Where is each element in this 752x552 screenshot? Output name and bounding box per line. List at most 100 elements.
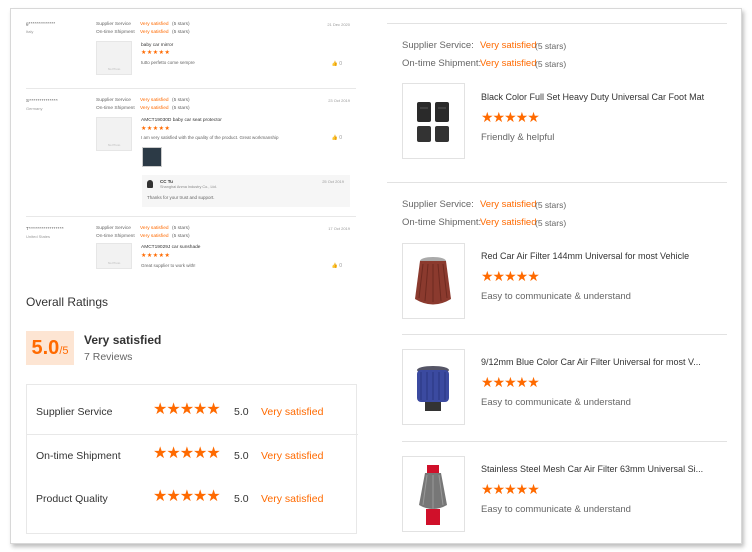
product-name[interactable]: baby car mirror [141,43,173,48]
reply-date: 25 Oct 2019 [322,179,344,184]
buyer-country: Germany [26,106,43,111]
review-text: Easy to communicate & understand [481,291,631,302]
supplier-service-row: Supplier Service: Very satisfied (5 star… [402,199,566,210]
shipment-value: Very satisfied [140,30,169,35]
rating-row-product-quality: Product Quality ★★★★★ 5.0 Very satisfied [27,479,358,522]
shipment-stars: (5 stars) [172,234,190,239]
rating-row-supplier-service: Supplier Service ★★★★★ 5.0 Very satisfie… [27,392,358,435]
star-rating: ★★★★★ [481,268,540,284]
seller-name: CC Tu [160,179,173,184]
review-date: 23 Oct 2019 [328,98,350,103]
divider [387,23,727,24]
supplier-service-value: Very satisfied [480,40,537,51]
seller-reply: CC Tu Shanghai Anma Industry Co., Ltd. T… [142,175,350,207]
thumbnail-placeholder-text: No Photo [107,261,121,265]
product-title[interactable]: Stainless Steel Mesh Car Air Filter 63mm… [481,464,703,474]
rating-score: 5.0 [234,406,249,418]
product-name[interactable]: AMCT19030D baby car seat protector [141,118,222,123]
overall-label: Very satisfied [84,333,162,347]
buyer-name: T***************** [26,226,64,231]
shipment-row: On-time Shipment Very satisfied (5 stars… [96,234,190,239]
supplier-service-row: Supplier Service Very satisfied (5 stars… [96,226,190,231]
star-rating: ★★★★★ [153,488,221,505]
rating-text: Very satisfied [261,406,324,418]
review-panel: g************* Italy Supplier Service Ve… [10,8,742,544]
product-thumbnail[interactable]: No Photo [96,243,132,269]
seller-avatar [147,180,153,188]
like-button[interactable]: 👍 0 [332,135,342,141]
overall-review-count[interactable]: 7 Reviews [84,351,132,363]
steel-mesh-air-filter-image[interactable] [402,456,465,532]
red-air-filter-image[interactable] [402,243,465,319]
thumbnail-placeholder-text: No Photo [107,67,121,71]
supplier-service-stars: (5 stars) [172,226,190,231]
product-thumbnail[interactable]: No Photo [96,117,132,151]
rating-label: On-time Shipment [36,450,121,462]
rating-row-shipment: On-time Shipment ★★★★★ 5.0 Very satisfie… [27,436,358,479]
overall-ratings-title: Overall Ratings [26,295,109,309]
supplier-service-value: Very satisfied [140,226,169,231]
review-text: I am very satisfied with the quality of … [141,135,279,140]
product-name[interactable]: AMCT19029J car sunshade [141,245,200,250]
supplier-service-stars: (5 stars) [535,200,567,210]
review-text: Friendly & helpful [481,132,555,143]
rating-label: Supplier Service [36,406,113,418]
supplier-service-label: Supplier Service [96,226,131,231]
review-text: Great supplier to work with! [141,263,196,268]
supplier-service-row: Supplier Service Very satisfied (5 stars… [96,22,190,27]
rating-text: Very satisfied [261,493,324,505]
like-button[interactable]: 👍 0 [332,263,342,269]
shipment-value: Very satisfied [480,58,537,69]
seller-company: Shanghai Anma Industry Co., Ltd. [160,185,217,189]
review-date: 17 Oct 2019 [328,226,350,231]
supplier-service-label: Supplier Service: [402,199,474,210]
shipment-row: On-time Shipment Very satisfied (5 stars… [96,30,190,35]
rating-text: Very satisfied [261,450,324,462]
star-rating: ★★★★★ [153,401,221,418]
product-title[interactable]: Red Car Air Filter 144mm Universal for m… [481,251,689,261]
supplier-service-stars: (5 stars) [172,98,190,103]
star-rating: ★★★★★ [481,374,540,390]
like-button[interactable]: 👍 0 [332,61,342,67]
supplier-service-stars: (5 stars) [535,41,567,51]
product-thumbnail[interactable]: No Photo [96,41,132,75]
review-photo[interactable] [142,147,162,167]
blue-air-filter-image[interactable] [402,349,465,425]
shipment-stars: (5 stars) [172,30,190,35]
star-rating: ★★★★★ [481,109,540,125]
buyer-name: S************** [26,98,59,103]
shipment-row: On-time Shipment: Very satisfied (5 star… [402,217,566,228]
reply-text: Thanks for your trust and support. [147,195,215,200]
supplier-service-label: Supplier Service [96,98,131,103]
like-count: 0 [339,263,342,269]
star-rating: ★★★★★ [481,481,540,497]
supplier-service-row: Supplier Service Very satisfied (5 stars… [96,98,190,103]
supplier-service-stars: (5 stars) [172,22,190,27]
ratings-table: Supplier Service ★★★★★ 5.0 Very satisfie… [26,384,358,534]
overall-score: 5.0 [31,336,60,359]
supplier-service-value: Very satisfied [140,98,169,103]
product-reviews: Supplier Service: Very satisfied (5 star… [387,9,733,543]
star-rating: ★★★★★ [141,50,171,56]
review-item: S************** Germany Supplier Service… [26,89,356,217]
thumb-up-icon: 👍 [331,61,338,67]
supplier-service-value: Very satisfied [140,22,169,27]
rating-score: 5.0 [234,450,249,462]
buyer-name: g************* [26,21,56,26]
shipment-row: On-time Shipment: Very satisfied (5 star… [402,58,566,69]
star-rating: ★★★★★ [153,445,221,462]
shipment-label: On-time Shipment [96,106,135,111]
shipment-label: On-time Shipment: [402,58,482,69]
car-foot-mat-image[interactable] [402,83,465,159]
shipment-stars: (5 stars) [535,59,567,69]
divider [387,182,727,183]
like-count: 0 [339,61,342,67]
review-text: Easy to communicate & understand [481,504,631,515]
shipment-row: On-time Shipment Very satisfied (5 stars… [96,106,190,111]
shipment-label: On-time Shipment: [402,217,482,228]
product-title[interactable]: Black Color Full Set Heavy Duty Universa… [481,92,704,102]
divider [402,334,727,335]
shipment-stars: (5 stars) [172,106,190,111]
supplier-service-label: Supplier Service: [402,40,474,51]
product-title[interactable]: 9/12mm Blue Color Car Air Filter Univers… [481,357,701,367]
